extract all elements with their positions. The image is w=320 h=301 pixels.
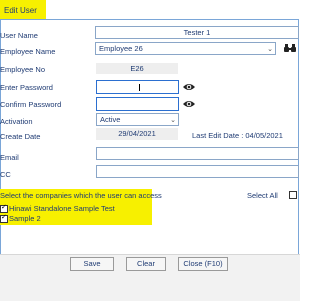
email-field[interactable] [96,147,299,160]
window-title: Edit User [4,6,37,15]
clear-button[interactable]: Clear [126,257,166,271]
eye-icon[interactable] [183,82,195,92]
cc-field[interactable] [96,165,299,178]
eye-icon[interactable] [183,99,195,109]
enter-password-label: Enter Password [0,83,53,92]
user-name-input[interactable]: Tester 1 [95,26,299,39]
activation-value: Active [100,115,121,124]
confirm-password-input[interactable] [96,97,179,111]
company-checkbox[interactable] [0,203,8,213]
employee-name-label: Employee Name [0,47,56,56]
close-button[interactable]: Close (F10) [178,257,228,271]
binoculars-icon[interactable] [284,43,296,53]
create-date-value: 29/04/2021 [96,128,178,140]
activation-label: Activation [0,117,33,126]
chevron-down-icon[interactable]: ⌄ [267,44,273,55]
enter-password-input[interactable] [96,80,179,94]
select-all-label: Select All [247,191,278,200]
activation-select[interactable]: Active ⌄ [96,113,179,126]
company-label: Sample 2 [9,214,41,223]
company-label: Hinawi Standalone Sample Test [9,204,115,213]
employee-no-value: E26 [96,63,178,74]
last-edit-date: Last Edit Date : 04/05/2021 [192,131,283,140]
employee-no-label: Employee No [0,65,46,74]
employee-name-select[interactable]: Employee 26 ⌄ [95,42,276,55]
save-button[interactable]: Save [70,257,114,271]
confirm-password-label: Confirm Password [0,100,62,109]
user-name-label: User Name [0,31,38,40]
company-checkbox[interactable] [0,213,8,223]
text-caret [139,84,140,91]
cc-label: CC [0,170,11,179]
company-access-prompt: Select the companies which the user can … [0,191,162,200]
chevron-down-icon[interactable]: ⌄ [170,115,176,126]
email-label: Email [0,153,19,162]
create-date-label: Create Date [0,132,41,141]
select-all-checkbox[interactable] [289,191,297,199]
employee-name-value: Employee 26 [99,44,143,53]
